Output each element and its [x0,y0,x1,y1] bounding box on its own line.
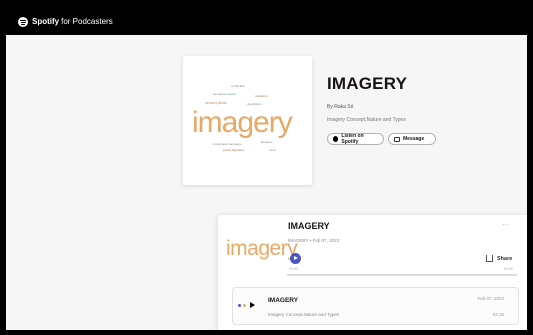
progress-bar[interactable] [287,274,517,276]
episode-player: imagery IMAGERY IMAGERY • Feb 07, 2023 …… [218,215,527,330]
logo-suffix: for Podcasters [61,17,113,26]
share-icon[interactable] [486,255,493,262]
show-cover-art: symbolism perception visual metaphor sen… [183,56,312,185]
episode-list-description: Imagery Concept,Nature and Types [268,312,339,317]
episode-duration: 03:16 [504,267,513,271]
message-button[interactable]: Message [388,133,436,145]
cover-cloud-word: sensory detail [205,101,227,105]
episode-list-item[interactable]: IMAGERY Imagery Concept,Nature and Types… [232,287,519,325]
spotify-icon [333,136,339,142]
cover-cloud-word: poetry figurative [223,148,245,152]
list-indicator-dot [238,304,241,307]
play-button[interactable] [290,253,301,264]
cover-main-word: imagery [192,106,293,139]
cover-cloud-word: perception visual [213,92,236,96]
spotify-for-podcasters-logo[interactable]: Spotify for Podcasters [18,16,113,27]
listen-button-label: Listen on Spotify [341,133,364,145]
message-button-label: Message [403,136,425,142]
logo-brand: Spotify [32,17,60,26]
show-description: Imagery Concept,Nature and Types [327,117,406,123]
more-icon[interactable]: … [502,220,509,227]
play-icon[interactable] [250,302,255,308]
spotify-logo-icon [18,16,28,27]
cover-cloud-word: metaphor [255,94,268,98]
top-bar: Spotify for Podcasters [6,8,527,35]
show-title: IMAGERY [327,74,408,93]
list-indicator-dot [243,304,246,307]
message-icon [394,136,400,142]
episode-title: IMAGERY [288,221,330,231]
cover-cloud-word: imagination language [213,142,242,146]
listen-on-spotify-button[interactable]: Listen on Spotify [327,133,384,145]
cover-cloud-word: mind [269,148,276,152]
episode-cover-art: imagery [226,237,298,260]
cover-cloud-word: literature [261,140,273,144]
episode-list-date: Feb 07, 2023 [477,296,504,301]
elapsed-time: 00:00 [289,267,298,271]
share-button[interactable]: Share [497,256,512,262]
app-frame: Spotify for Podcasters symbolism percept… [6,8,527,330]
episode-list-title: IMAGERY [268,297,299,304]
cover-cloud-word: symbolism [231,84,246,88]
episode-list-duration: 03:16 [492,312,504,317]
show-author[interactable]: By Raka Sri [327,104,353,110]
episode-subtitle: IMAGERY • Feb 07, 2023 [288,238,340,243]
